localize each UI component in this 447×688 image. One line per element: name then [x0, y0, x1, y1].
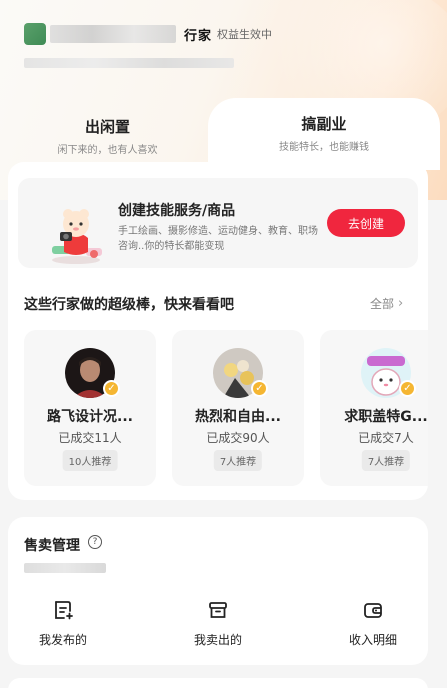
tab-title: 出闲置: [84, 118, 130, 136]
verified-badge-icon: ✓: [251, 380, 268, 397]
my-published-button[interactable]: 我发布的: [8, 599, 118, 648]
go-create-button[interactable]: 去创建: [327, 209, 405, 237]
create-description: 手工绘画、摄影修造、运动健身、教育、职场咨询..你的特长都能变现: [118, 226, 318, 252]
creator-name: 求职盖特G...: [344, 409, 428, 425]
creator-carousel[interactable]: ✓ 路飞设计况... 已成交11人 10人推荐 ✓ 热烈和自由... 已成交90…: [24, 330, 428, 486]
creator-recommend-badge: 7人推荐: [361, 450, 411, 471]
creator-card[interactable]: ✓ 热烈和自由... 已成交90人 7人推荐: [172, 330, 304, 486]
my-sold-button[interactable]: 我卖出的: [163, 599, 273, 648]
featured-section-title: 这些行家做的超级棒，快来看看吧: [24, 297, 234, 313]
sold-box-icon: [209, 602, 227, 618]
help-circle-icon[interactable]: ?: [88, 535, 102, 549]
creator-card[interactable]: ✓ 路飞设计况... 已成交11人 10人推荐: [24, 330, 156, 486]
verified-badge-icon: ✓: [399, 380, 416, 397]
create-service-card[interactable]: 创建技能服务/商品 手工绘画、摄影修造、运动健身、教育、职场咨询..你的特长都能…: [18, 178, 418, 268]
tab-subtitle: 技能特长，也能赚钱: [279, 142, 369, 153]
sale-item-label: 我发布的: [38, 633, 87, 647]
creator-recommend-badge: 7人推荐: [213, 450, 263, 471]
creator-deals: 已成交7人: [358, 431, 414, 445]
verified-badge-icon: ✓: [103, 380, 120, 397]
sale-item-label: 收入明细: [348, 633, 397, 647]
next-card-edge: [8, 678, 428, 688]
mode-tabs: 出闲置 闲下来的，也有人喜欢 搞副业 技能特长，也能赚钱: [0, 98, 447, 170]
brand-label: 行家: [184, 28, 213, 44]
sales-title: 售卖管理: [24, 538, 80, 554]
creator-name: 路飞设计况...: [47, 409, 133, 425]
tab-side-business[interactable]: 搞副业 技能特长，也能赚钱: [208, 98, 440, 170]
tab-sell-idle[interactable]: 出闲置 闲下来的，也有人喜欢: [0, 110, 215, 170]
sale-item-label: 我卖出的: [193, 633, 242, 647]
user-avatar[interactable]: [24, 23, 46, 45]
create-title: 创建技能服务/商品: [118, 203, 236, 219]
wallet-icon: [364, 603, 382, 618]
creator-card[interactable]: ✓ 求职盖特G... 已成交7人 7人推荐: [320, 330, 428, 486]
creator-recommend-badge: 10人推荐: [62, 450, 118, 471]
see-all-link[interactable]: 全部 ›: [370, 295, 403, 312]
user-header: 行家 权益生效中: [24, 20, 272, 48]
sales-management-card: 售卖管理 ? 我发布的 我卖出的 收入明细: [8, 517, 428, 665]
benefit-status: 权益生效中: [217, 28, 273, 41]
username-redacted: [50, 25, 176, 43]
mascot-illustration: [52, 209, 102, 264]
tab-title: 搞副业: [301, 115, 347, 133]
income-details-button[interactable]: 收入明细: [318, 599, 428, 648]
chevron-right-icon: ›: [398, 296, 404, 311]
tab-subtitle: 闲下来的，也有人喜欢: [57, 145, 158, 156]
creator-name: 热烈和自由...: [195, 409, 281, 425]
user-info-redacted: [24, 58, 234, 68]
creator-deals: 已成交90人: [206, 431, 270, 445]
side-business-panel: 创建技能服务/商品 手工绘画、摄影修造、运动健身、教育、职场咨询..你的特长都能…: [8, 162, 428, 500]
published-list-icon: [55, 601, 73, 620]
see-all-label: 全部: [370, 297, 395, 311]
creator-deals: 已成交11人: [58, 431, 122, 445]
sales-info-redacted: [24, 563, 106, 573]
